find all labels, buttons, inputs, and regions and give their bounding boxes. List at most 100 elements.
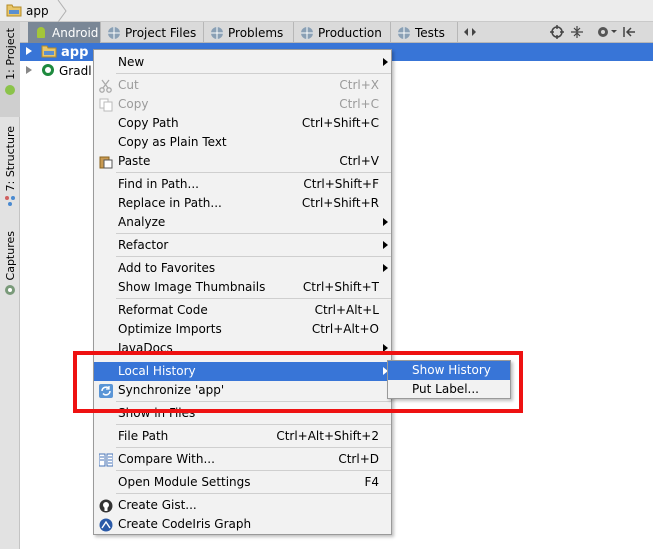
menu-separator <box>116 256 391 257</box>
menu-separator <box>116 172 391 173</box>
menu-item-open-module-settings[interactable]: Open Module Settings F4 <box>94 473 391 492</box>
tool-tab-structure-label: 7: Structure <box>3 126 17 192</box>
menu-item-label: Find in Path... <box>118 177 199 191</box>
tree-node-label: Gradl <box>59 64 92 78</box>
menu-separator <box>116 233 391 234</box>
tool-tab-project-label: 1: Project <box>3 28 17 80</box>
scope-icon <box>107 26 121 40</box>
menu-item-add-to-favorites[interactable]: Add to Favorites <box>94 259 391 278</box>
compare-icon <box>98 452 114 468</box>
expand-arrow-icon[interactable] <box>25 45 33 59</box>
breadcrumb[interactable]: app <box>6 2 49 20</box>
expand-arrow-icon[interactable] <box>25 64 33 78</box>
menu-item-optimize-imports[interactable]: Optimize Imports Ctrl+Alt+O <box>94 320 391 339</box>
menu-item-shortcut: Ctrl+X <box>339 78 379 92</box>
menu-separator <box>116 470 391 471</box>
tree-node-gradle[interactable]: Gradl <box>20 62 92 80</box>
menu-item-compare-with[interactable]: Compare With... Ctrl+D <box>94 450 391 469</box>
github-icon <box>98 498 114 514</box>
scissors-icon <box>98 78 114 94</box>
menu-item-copy[interactable]: Copy Ctrl+C <box>94 95 391 114</box>
menu-separator <box>116 298 391 299</box>
menu-item-shortcut: Ctrl+Shift+C <box>301 116 379 130</box>
menu-item-refactor[interactable]: Refactor <box>94 236 391 255</box>
copy-icon <box>98 97 114 113</box>
tool-tab-captures[interactable]: Captures <box>0 227 20 307</box>
tab-problems[interactable]: Problems <box>204 22 294 43</box>
tab-label: Android <box>52 25 99 40</box>
scope-icon <box>210 26 224 40</box>
menu-item-find-in-path[interactable]: Find in Path... Ctrl+Shift+F <box>94 175 391 194</box>
menu-item-create-gist[interactable]: Create Gist... <box>94 496 391 515</box>
menu-item-shortcut: Ctrl+V <box>339 154 379 168</box>
context-menu: New Cut Ctrl+X Copy Ctrl+C Copy Path Ctr… <box>93 49 392 535</box>
menu-item-label: Paste <box>118 154 151 168</box>
menu-item-label: Analyze <box>118 215 166 229</box>
tab-label: Problems <box>228 25 284 40</box>
menu-item-label: File Path <box>118 429 169 443</box>
menu-item-label: Copy Path <box>118 116 179 130</box>
tool-tab-captures-label: Captures <box>3 231 17 281</box>
scope-icon <box>397 26 411 40</box>
menu-item-shortcut: Ctrl+D <box>338 452 379 466</box>
menu-item-label: Create Gist... <box>118 498 197 512</box>
menu-item-replace-in-path[interactable]: Replace in Path... Ctrl+Shift+R <box>94 194 391 213</box>
collapse-all-icon[interactable] <box>570 25 584 42</box>
submenu-arrow-icon <box>383 58 388 66</box>
menu-separator <box>116 493 391 494</box>
navigation-bar: app <box>0 0 653 23</box>
tool-tab-structure[interactable]: 7: Structure <box>0 122 20 212</box>
menu-item-shortcut: Ctrl+Shift+R <box>301 196 379 210</box>
submenu-arrow-icon <box>383 264 388 272</box>
tree-node-label: app <box>61 44 89 60</box>
locate-icon[interactable] <box>550 25 564 42</box>
module-folder-icon <box>41 44 57 61</box>
tool-tab-project[interactable]: 1: Project <box>0 22 20 117</box>
submenu-arrow-icon <box>383 241 388 249</box>
menu-item-paste[interactable]: Paste Ctrl+V <box>94 152 391 171</box>
menu-item-label: Cut <box>118 78 139 92</box>
menu-item-shortcut: F4 <box>364 475 379 489</box>
menu-item-file-path[interactable]: File Path Ctrl+Alt+Shift+2 <box>94 427 391 446</box>
menu-separator <box>116 424 391 425</box>
menu-item-label: Optimize Imports <box>118 322 222 336</box>
android-icon <box>4 84 16 99</box>
menu-item-label: Refactor <box>118 238 169 252</box>
menu-item-label: Add to Favorites <box>118 261 216 275</box>
tab-tests[interactable]: Tests <box>391 22 458 43</box>
structure-icon <box>4 195 16 210</box>
menu-item-label: Create CodeIris Graph <box>118 517 252 531</box>
menu-item-copy-plain-text[interactable]: Copy as Plain Text <box>94 133 391 152</box>
tab-label: Production <box>318 25 382 40</box>
menu-separator <box>116 73 391 74</box>
menu-item-shortcut: Ctrl+Shift+T <box>302 280 379 294</box>
menu-item-label: Show Image Thumbnails <box>118 280 266 294</box>
tab-label: Project Files <box>125 25 197 40</box>
menu-item-analyze[interactable]: Analyze <box>94 213 391 232</box>
hide-panel-icon[interactable] <box>622 25 636 42</box>
paste-icon <box>98 154 114 170</box>
menu-item-label: Replace in Path... <box>118 196 222 210</box>
tool-window-strip: 1: Project 7: Structure Captures <box>0 22 20 549</box>
menu-item-label: Open Module Settings <box>118 475 251 489</box>
android-icon <box>34 26 48 40</box>
menu-item-shortcut: Ctrl+Alt+L <box>314 303 379 317</box>
menu-item-label: New <box>118 55 145 69</box>
menu-item-new[interactable]: New <box>94 53 391 72</box>
gradle-icon <box>41 63 55 80</box>
menu-item-create-codeiris-graph[interactable]: Create CodeIris Graph <box>94 515 391 534</box>
tabs-scroll-arrows[interactable] <box>462 26 478 41</box>
menu-item-shortcut: Ctrl+Alt+O <box>311 322 379 336</box>
module-folder-icon <box>6 3 22 20</box>
menu-item-copy-path[interactable]: Copy Path Ctrl+Shift+C <box>94 114 391 133</box>
menu-item-shortcut: Ctrl+C <box>339 97 379 111</box>
menu-item-reformat-code[interactable]: Reformat Code Ctrl+Alt+L <box>94 301 391 320</box>
menu-item-show-image-thumbnails[interactable]: Show Image Thumbnails Ctrl+Shift+T <box>94 278 391 297</box>
tab-production[interactable]: Production <box>294 22 391 43</box>
submenu-arrow-icon <box>383 218 388 226</box>
captures-icon <box>4 284 16 299</box>
gear-icon[interactable] <box>596 25 618 42</box>
menu-item-cut[interactable]: Cut Ctrl+X <box>94 76 391 95</box>
tab-android[interactable]: Android <box>28 22 101 43</box>
tab-project-files[interactable]: Project Files <box>101 22 204 43</box>
